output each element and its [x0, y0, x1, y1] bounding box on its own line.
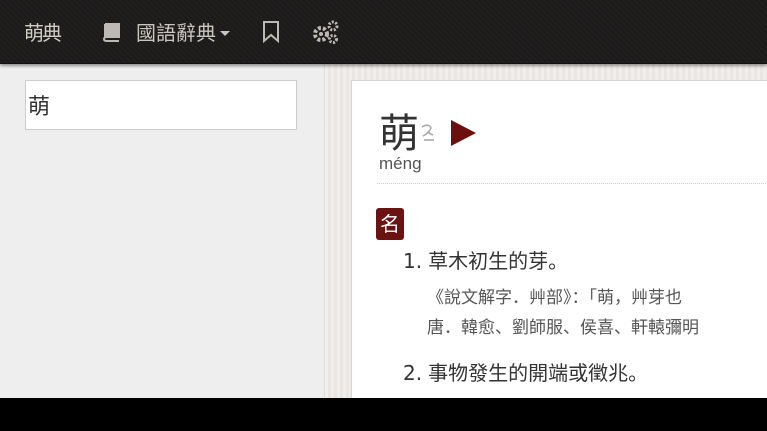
app-logo[interactable]: 萌典: [24, 17, 62, 46]
definition-item: 1. 草木初生的芽。: [403, 245, 568, 274]
divider: [377, 183, 767, 184]
book-icon: [102, 22, 120, 42]
stroke-order-icon[interactable]: [419, 121, 437, 143]
definition-number: 1.: [403, 249, 423, 273]
entry-card: 萌 méng 名 1. 草木初生的芽。 《說文解字．艸部》：「萌，艸芽也 唐．韓愈…: [351, 80, 767, 412]
bookmark-icon: [263, 20, 279, 43]
top-navbar: 萌典 國語辭典: [0, 0, 767, 64]
dictionary-dropdown[interactable]: 國語辭典: [101, 0, 230, 63]
main-area: 萌 méng 名 1.草木初生的芽。 《說文解字．艸部》：「萌，艸芽也 唐．韓愈…: [0, 64, 767, 412]
bottom-strip: [0, 398, 767, 431]
pinyin: méng: [379, 154, 422, 173]
play-audio-icon[interactable]: [451, 120, 476, 146]
gears-icon: [313, 20, 339, 44]
headword: 萌: [379, 111, 419, 157]
definition-example: 《說文解字．艸部》：「萌，艸芽也: [427, 288, 682, 308]
definition-example: 唐．韓愈、劉師服、侯喜、軒轅彌明: [427, 318, 699, 338]
definition-item: 2. 事物發生的開端或徵兆。: [403, 357, 648, 386]
part-of-speech-badge: 名: [376, 208, 404, 240]
search-input[interactable]: [25, 80, 297, 130]
chevron-down-icon: [220, 31, 230, 36]
definition-text: 草木初生的芽。: [428, 249, 569, 273]
result-pane: 萌 méng 名 1. 草木初生的芽。 《說文解字．艸部》：「萌，艸芽也 唐．韓愈…: [325, 64, 767, 412]
dictionary-label: 國語辭典: [136, 21, 216, 45]
search-pane: [0, 64, 325, 398]
definition-text: 事物發生的開端或徵兆。: [428, 361, 649, 385]
settings-button[interactable]: [312, 0, 340, 63]
definition-number: 2.: [403, 361, 423, 385]
bookmark-button[interactable]: [262, 0, 280, 63]
